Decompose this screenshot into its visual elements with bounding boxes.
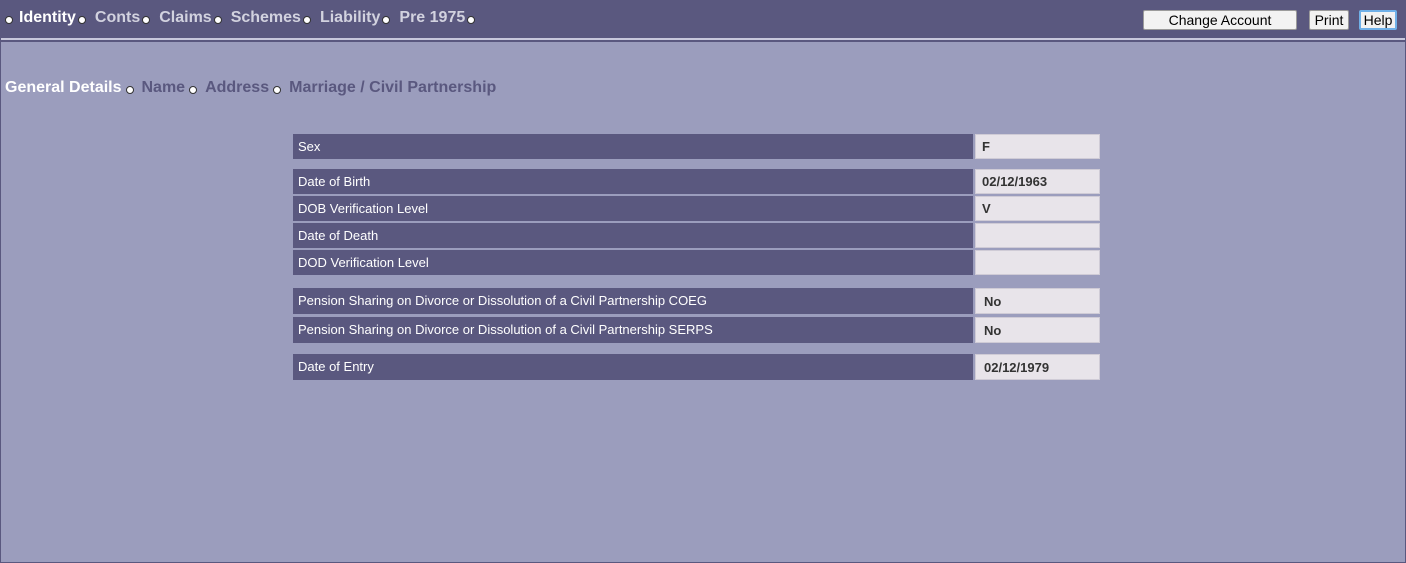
field-label: Pension Sharing on Divorce or Dissolutio… <box>293 317 973 343</box>
subnav-bullet-icon <box>189 86 198 94</box>
field-value: No <box>975 317 1100 343</box>
field-label: DOB Verification Level <box>293 196 973 221</box>
change-account-button[interactable]: Change Account <box>1143 10 1297 30</box>
nav-bullet-icon <box>467 16 476 24</box>
nav-bullet-icon <box>302 16 311 24</box>
field-row-date-of-death: Date of Death <box>293 223 1100 248</box>
field-value: 02/12/1963 <box>975 169 1100 194</box>
top-nav-bar: Identity Conts Claims Schemes Liability … <box>1 1 1405 40</box>
field-row-date-of-birth: Date of Birth 02/12/1963 <box>293 169 1100 194</box>
subnav-bullet-icon <box>273 86 282 94</box>
subnav-bullet-icon <box>125 86 134 94</box>
nav-divider <box>1 40 1405 42</box>
field-row-sex: Sex F <box>293 134 1100 159</box>
nav-bullet-icon <box>213 16 222 24</box>
nav-bullet-icon <box>382 16 391 24</box>
subnav-item-marriage-civil-partnership[interactable]: Marriage / Civil Partnership <box>289 79 496 97</box>
nav-item-liability[interactable]: Liability <box>320 9 380 27</box>
nav-bullet-icon <box>5 16 13 24</box>
field-row-dod-verification-level: DOD Verification Level <box>293 250 1100 275</box>
field-value: F <box>975 134 1100 159</box>
nav-bullet-icon <box>142 16 151 24</box>
field-row-date-of-entry: Date of Entry 02/12/1979 <box>293 354 1100 380</box>
nav-bullet-icon <box>77 16 86 24</box>
help-button[interactable]: Help <box>1359 10 1397 30</box>
nav-item-schemes[interactable]: Schemes <box>231 9 301 27</box>
nav-item-conts[interactable]: Conts <box>95 9 140 27</box>
field-value: 02/12/1979 <box>975 354 1100 380</box>
nav-item-claims[interactable]: Claims <box>159 9 211 27</box>
field-row-dob-verification-level: DOB Verification Level V <box>293 196 1100 221</box>
field-label: Date of Birth <box>293 169 973 194</box>
nav-item-identity[interactable]: Identity <box>19 9 76 27</box>
field-label: Date of Death <box>293 223 973 248</box>
sub-nav: General Details Name Address Marriage / … <box>5 79 496 97</box>
field-label: DOD Verification Level <box>293 250 973 275</box>
field-row-pension-sharing-coeg: Pension Sharing on Divorce or Dissolutio… <box>293 288 1100 314</box>
subnav-item-address[interactable]: Address <box>205 79 269 97</box>
main-nav: Identity Conts Claims Schemes Liability … <box>5 9 484 27</box>
field-value <box>975 223 1100 248</box>
subnav-item-name[interactable]: Name <box>142 79 186 97</box>
field-value: No <box>975 288 1100 314</box>
nav-item-pre-1975[interactable]: Pre 1975 <box>399 9 465 27</box>
field-label: Pension Sharing on Divorce or Dissolutio… <box>293 288 973 314</box>
field-value: V <box>975 196 1100 221</box>
field-value <box>975 250 1100 275</box>
field-label: Date of Entry <box>293 354 973 380</box>
field-row-pension-sharing-serps: Pension Sharing on Divorce or Dissolutio… <box>293 317 1100 343</box>
subnav-item-general-details[interactable]: General Details <box>5 79 122 97</box>
print-button[interactable]: Print <box>1309 10 1349 30</box>
field-label: Sex <box>293 134 973 159</box>
